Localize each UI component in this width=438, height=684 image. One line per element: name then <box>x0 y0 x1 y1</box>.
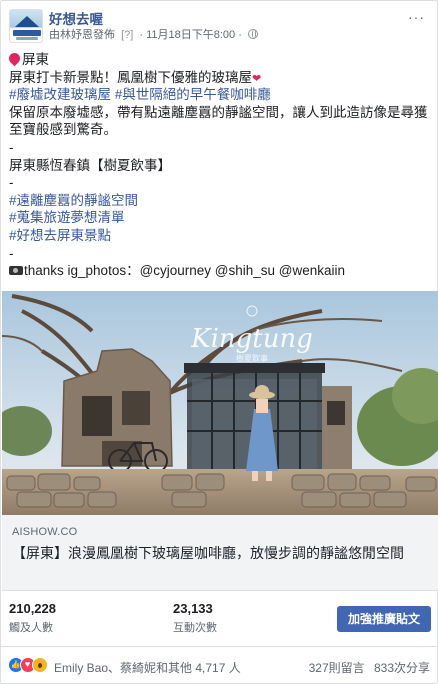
reactors-text[interactable]: Emily Bao、蔡綺妮和其他 4,717 人 <box>54 659 241 676</box>
link-domain: AISHOW.CO <box>12 526 78 538</box>
headline-text: 屏東打卡新景點！鳳凰樹下優雅的玻璃屋 <box>9 69 252 85</box>
dash-divider: - <box>9 175 14 191</box>
page-name-link[interactable]: 好想去喔 <box>49 8 103 28</box>
meta-separator-2: · <box>238 29 242 41</box>
location-text: 屏東 <box>22 52 49 67</box>
hashtag-link[interactable]: #遠離塵囂的靜謐空間 <box>9 192 429 210</box>
post-header: 好想去喔 由林妤恩發佈 [?] · 11月18日下午8:00 · ··· <box>1 1 437 47</box>
author-prefix[interactable]: 由林妤恩發佈 <box>49 29 115 41</box>
post-card: 好想去喔 由林妤恩發佈 [?] · 11月18日下午8:00 · ··· 屏東 … <box>0 0 438 684</box>
link-preview[interactable]: AISHOW.CO 【屏東】浪漫鳳凰樹下玻璃屋咖啡廳，放慢步調的靜謐悠閒空間 <box>2 515 438 591</box>
camera-icon <box>9 266 23 276</box>
reach-label: 觸及人數 <box>9 622 53 634</box>
photo-script-text: Kingtung <box>190 324 313 354</box>
pin-icon <box>6 50 23 67</box>
help-mark[interactable]: [?] <box>121 29 133 41</box>
engagement-label: 互動次數 <box>173 622 217 634</box>
dash-divider: - <box>9 139 14 155</box>
place-text: 屏東縣恆春鎮【樹夏飲事】 <box>9 157 171 173</box>
meta-separator: · <box>139 29 144 41</box>
post-photo[interactable]: Kingtung 樹夏飲事 <box>2 291 438 515</box>
wow-reaction-icon <box>32 657 48 673</box>
description-text: 保留原本廢墟感，帶有點遠離塵囂的靜謐空間，讓人到此造訪像是尋獲至寶般感到驚奇。 <box>9 104 428 138</box>
insights-bar: 210,228 觸及人數 23,133 互動次數 加強推廣貼文 <box>1 591 437 647</box>
reactions-bar: Emily Bao、蔡綺妮和其他 4,717 人 327則留言 833次分享 <box>1 647 437 683</box>
hashtag-link[interactable]: #蒐集旅遊夢想清單 <box>9 209 429 227</box>
dash-divider: - <box>9 245 14 261</box>
hashtag-link[interactable]: #好想去屏東景點 <box>9 227 429 245</box>
post-body: 屏東 屏東打卡新景點！鳳凰樹下優雅的玻璃屋❤ #廢墟改建玻璃屋 #與世隔絕的早午… <box>6 50 429 280</box>
headline-line: 屏東打卡新景點！鳳凰樹下優雅的玻璃屋❤ <box>9 69 429 87</box>
post-timestamp[interactable]: 11月18日下午8:00 <box>146 29 235 41</box>
boost-post-button[interactable]: 加強推廣貼文 <box>337 606 431 632</box>
link-title[interactable]: 【屏東】浪漫鳳凰樹下玻璃屋咖啡廳，放慢步調的靜謐悠閒空間 <box>12 544 430 562</box>
engagement-stat: 23,133 互動次數 <box>173 601 217 635</box>
comment-share-counts: 327則留言 833次分享 <box>309 659 430 676</box>
cafe-photo-illustration: Kingtung 樹夏飲事 <box>2 291 438 515</box>
photo-sign-text: 樹夏飲事 <box>236 353 268 363</box>
credits-line: thanks ig_photos：@cyjourney @shih_su @we… <box>9 262 429 280</box>
page-avatar[interactable] <box>9 9 43 43</box>
reaction-icons[interactable] <box>8 657 52 673</box>
reach-stat: 210,228 觸及人數 <box>9 601 56 635</box>
reach-value: 210,228 <box>9 601 56 616</box>
hashtag-link[interactable]: #廢墟改建玻璃屋 <box>9 87 111 102</box>
post-meta: 由林妤恩發佈 [?] · 11月18日下午8:00 · <box>49 26 258 42</box>
engagement-value: 23,133 <box>173 601 213 616</box>
comments-count[interactable]: 327則留言 <box>309 661 365 675</box>
globe-icon <box>247 29 258 39</box>
shares-count[interactable]: 833次分享 <box>374 661 430 675</box>
credits-text: thanks ig_photos：@cyjourney @shih_su @we… <box>24 263 346 279</box>
hashtag-link[interactable]: #與世隔絕的早午餐咖啡廳 <box>115 87 271 102</box>
location-line: 屏東 <box>6 50 429 69</box>
heart-icon: ❤ <box>252 72 262 85</box>
more-options-icon[interactable]: ··· <box>408 9 425 25</box>
hashtag-line-1: #廢墟改建玻璃屋 #與世隔絕的早午餐咖啡廳 <box>9 86 429 104</box>
